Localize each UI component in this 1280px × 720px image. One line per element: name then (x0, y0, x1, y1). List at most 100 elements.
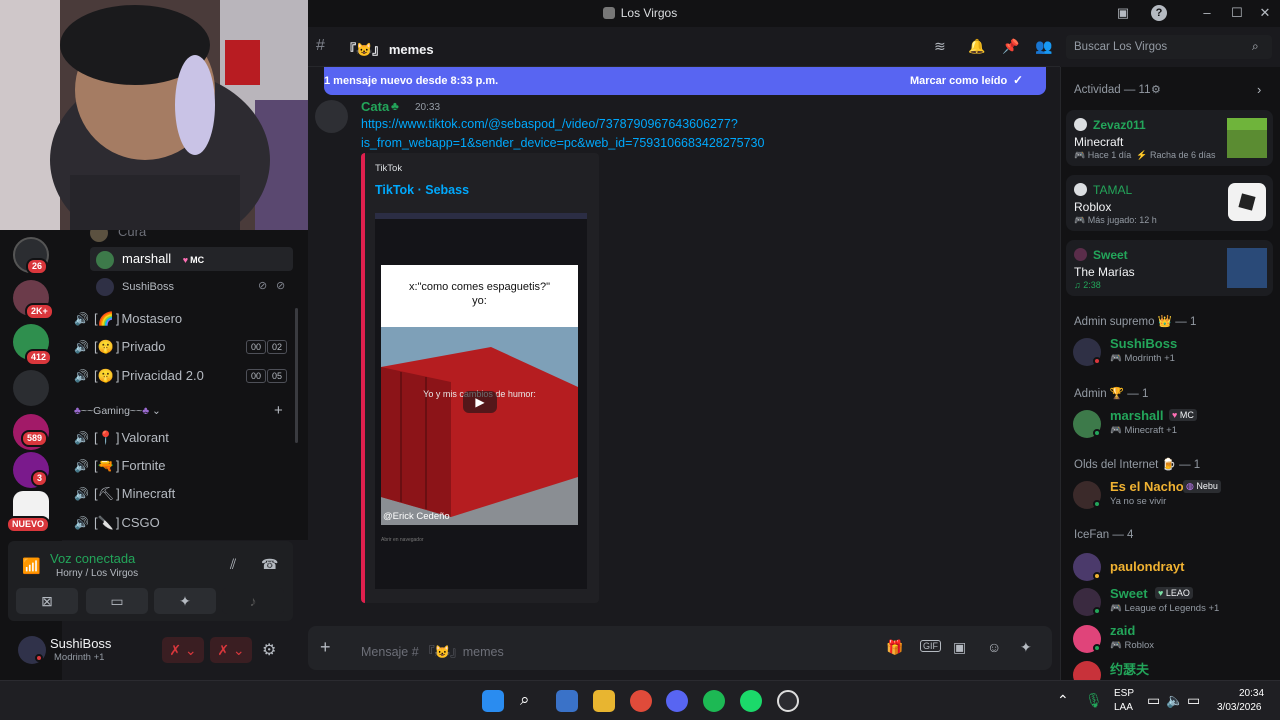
voice-location[interactable]: Horny / Los Virgos (56, 568, 138, 579)
microphone-icon[interactable]: 🎙 (1085, 692, 1103, 709)
embed-title[interactable]: TikTok · Sebass (375, 183, 469, 197)
voice-channel-minecraft[interactable]: 🔊 [⛏] Minecraft (74, 482, 296, 506)
member-row[interactable]: Es el Nacho ◍ Nebu Ya no se vivir (1073, 479, 1273, 515)
close-button[interactable]: ✕ (1257, 5, 1273, 21)
voice-channel-privacidad[interactable]: 🔊 [🤫] Privacidad 2.0 00 05 (74, 364, 296, 388)
sticker-icon[interactable]: ▣ (953, 639, 966, 656)
disconnect-icon[interactable]: ☎ (261, 556, 278, 573)
chevron-up-icon[interactable]: ⌃ (1057, 692, 1069, 709)
voice-channel-mostasero[interactable]: 🔊 [🌈] Mostasero (74, 307, 296, 331)
emoji-icon[interactable]: ☺ (987, 639, 1001, 655)
status-idle (1093, 572, 1101, 580)
video-player[interactable]: x:"como comes espaguetis?" yo: Yo y mis … (375, 213, 587, 589)
status-online (1093, 607, 1101, 615)
video-caption: x:"como comes espaguetis?" (408, 281, 551, 293)
discord-icon[interactable] (666, 690, 688, 712)
screen-share-button[interactable]: ▭ (86, 588, 148, 614)
heart-icon: ♥ (182, 255, 189, 265)
member-row[interactable]: Sweet ♥ LEAO 🎮 League of Legends +1 (1073, 586, 1273, 622)
member-row[interactable]: marshall ♥ MC 🎮 Minecraft +1 (1073, 408, 1273, 444)
activity-game: The Marías (1074, 265, 1135, 279)
language-layout[interactable]: LAA (1114, 702, 1133, 713)
spotify-icon[interactable] (703, 690, 725, 712)
activity-user: Sweet (1093, 248, 1128, 262)
pin-icon[interactable]: 📌 (1002, 38, 1019, 55)
mark-read-button[interactable]: Marcar como leído (910, 75, 1007, 87)
activity-user: TAMAL (1093, 183, 1133, 197)
status-online (1093, 429, 1101, 437)
add-attachment-icon[interactable]: + (320, 637, 331, 658)
voice-user[interactable]: marshall ♥ MC (90, 247, 293, 271)
search-icon[interactable]: ⌕ (520, 690, 530, 710)
chrome-icon[interactable] (630, 690, 652, 712)
language-indicator[interactable]: ESP (1114, 688, 1134, 699)
category-gaming[interactable]: ♣~~Gaming~~♣ ⌄ + (74, 402, 296, 420)
activity-card[interactable]: Zevaz011 Minecraft 🎮 Hace 1 día ⚡ Racha … (1066, 110, 1273, 166)
battery-icon[interactable]: ▭ (1187, 692, 1200, 709)
member-row[interactable]: paulondrayt (1073, 551, 1273, 587)
muted-mic-icon: ⊘ (258, 280, 268, 292)
message-link[interactable]: is_from_webapp=1&sender_device=pc&web_id… (361, 136, 764, 150)
activity-card[interactable]: TAMAL Roblox 🎮 Más jugado: 12 h (1066, 175, 1273, 231)
scrollbar[interactable] (295, 308, 298, 443)
modrinth-icon[interactable] (740, 690, 762, 712)
camera-off-button[interactable]: ⊠ (16, 588, 78, 614)
member-tag: ♥ LEAO (1155, 587, 1193, 599)
mention-badge: 589 (21, 430, 49, 447)
user-name[interactable]: SushiBoss (50, 636, 111, 651)
apps-icon[interactable]: ✦ (1020, 639, 1032, 656)
member-row[interactable]: SushiBoss 🎮 Modrinth +1 (1073, 336, 1273, 372)
message-link[interactable]: https://www.tiktok.com/@sebaspod_/video/… (361, 117, 738, 131)
member-name: 约瑟夫 (1110, 662, 1150, 677)
bell-icon[interactable]: 🔔 (968, 38, 985, 55)
activity-card[interactable]: Sweet The Marías ♫ 2:38 (1066, 240, 1273, 296)
voice-channel-privado[interactable]: 🔊 [🤫] Privado 00 02 (74, 335, 296, 359)
file-explorer-icon[interactable] (593, 690, 615, 712)
video-caption: yo: (472, 295, 487, 307)
network-icon[interactable]: ▭ (1147, 692, 1160, 709)
help-icon[interactable]: ? (1151, 5, 1167, 21)
gift-icon[interactable]: 🎁 (886, 639, 903, 656)
voice-user[interactable]: Cura (90, 230, 308, 244)
message-author[interactable]: Cata (361, 99, 389, 114)
play-icon[interactable]: ▶ (463, 391, 497, 413)
minimize-button[interactable]: – (1199, 5, 1215, 21)
settings-gear-icon[interactable]: ⚙ (262, 640, 276, 660)
new-messages-bar[interactable]: 1 mensaje nuevo desde 8:33 p.m. Marcar c… (324, 67, 1046, 95)
deafened-icon: ⊘ (276, 280, 286, 292)
voice-channel-fortnite[interactable]: 🔊 [🔫] Fortnite (74, 454, 296, 478)
voice-user[interactable]: SushiBoss ⊘ ⊘ (90, 274, 308, 298)
clock-date[interactable]: 3/03/2026 (1217, 702, 1262, 713)
activity-meta: 🎮 Hace 1 día ⚡ Racha de 6 días (1074, 150, 1216, 160)
avatar[interactable] (315, 100, 348, 133)
windows-start-icon[interactable] (482, 690, 504, 712)
voice-channel-valorant[interactable]: 🔊 [📍] Valorant (74, 426, 296, 450)
mute-mic-button[interactable]: ✗ ⌄ (162, 637, 204, 663)
deafen-button[interactable]: ✗ ⌄ (210, 637, 252, 663)
activity-game: Roblox (1074, 200, 1112, 214)
maximize-button[interactable]: ☐ (1229, 5, 1245, 21)
gif-icon[interactable]: GIF (920, 640, 941, 652)
obs-icon[interactable] (777, 690, 799, 712)
search-box[interactable]: Buscar Los Virgos ⌕ (1066, 35, 1272, 59)
member-row[interactable]: zaid 🎮 Roblox (1073, 623, 1273, 659)
status-dnd (1093, 357, 1101, 365)
chevron-right-icon[interactable]: › (1257, 82, 1261, 97)
activities-button[interactable]: ✦ (154, 588, 216, 614)
store-icon[interactable] (556, 690, 578, 712)
noise-suppression-icon[interactable]: ⫽ (230, 556, 236, 573)
message-input[interactable]: Mensaje # 『😺』memes (361, 641, 504, 660)
video-footer[interactable]: Abrir en navegador (381, 537, 424, 543)
add-channel-icon[interactable]: + (274, 402, 283, 420)
link-embed: TikTok TikTok · Sebass x:"como comes esp… (361, 153, 599, 603)
inbox-icon[interactable]: ▣ (1115, 5, 1131, 21)
clock-time[interactable]: 20:34 (1239, 688, 1264, 699)
members-icon[interactable]: 👥 (1035, 38, 1052, 55)
voice-channel-csgo[interactable]: 🔊 [🔪] CSGO (74, 511, 296, 535)
soundboard-button[interactable]: ♪ (222, 588, 284, 614)
volume-icon[interactable]: 🔈 (1166, 692, 1183, 709)
server-icon[interactable] (13, 370, 49, 406)
gear-icon[interactable]: ⚙ (1151, 83, 1161, 96)
threads-icon[interactable]: ≋ (934, 38, 946, 55)
search-input[interactable]: Buscar Los Virgos (1074, 41, 1167, 53)
